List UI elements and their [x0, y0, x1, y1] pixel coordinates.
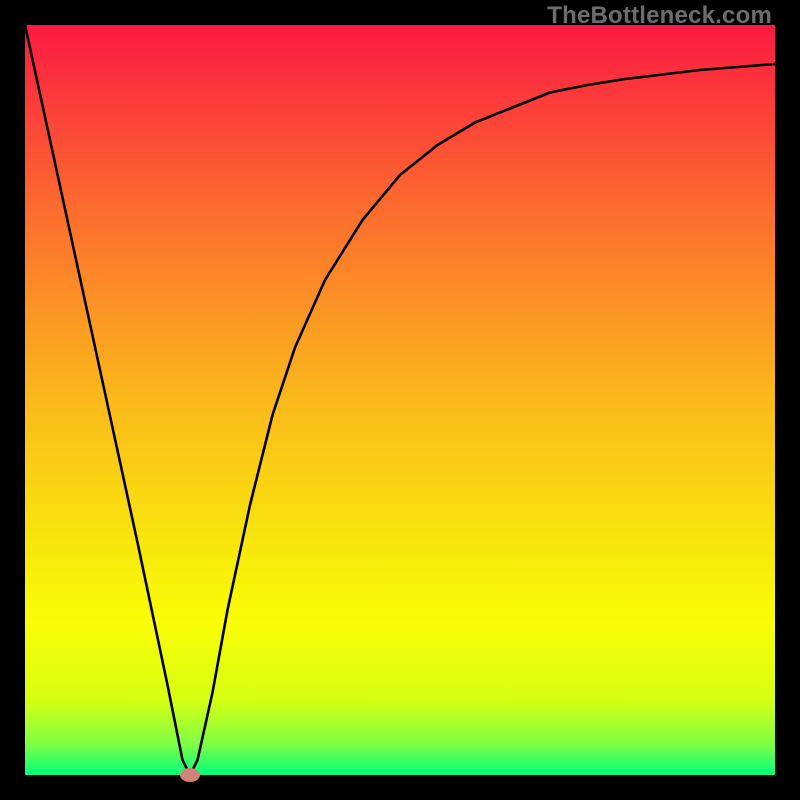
chart-canvas — [25, 25, 775, 775]
watermark-text: TheBottleneck.com — [547, 2, 772, 30]
optimal-point-marker — [180, 768, 200, 782]
gradient-background — [25, 25, 775, 775]
chart-frame — [25, 25, 775, 775]
